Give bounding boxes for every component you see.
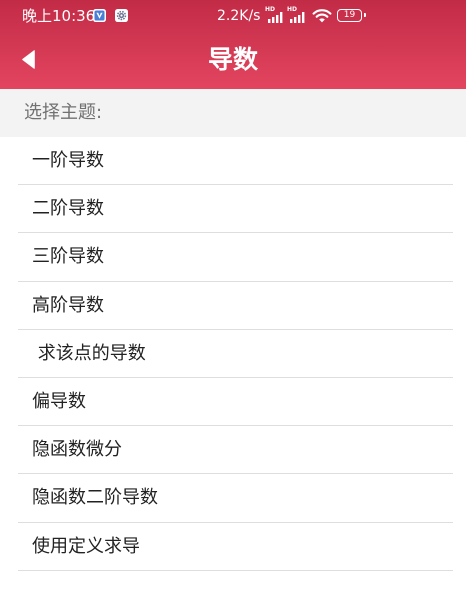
network-speed: 2.2K/s [217,8,261,24]
topic-label: 高阶导数 [32,294,104,316]
wifi-icon [312,9,332,23]
page-title: 导数 [207,45,258,74]
signal-icon: HD [287,6,305,23]
status-bar: 晚上10:36 2.2K/s HD HD 19 [0,0,466,32]
topic-second-derivative[interactable]: 二阶导数 [18,185,453,234]
topic-label: 求该点的导数 [32,342,146,364]
topic-derivative-by-definition[interactable]: 使用定义求导 [18,523,453,571]
topic-label: 三阶导数 [32,246,104,268]
topic-implicit-second-derivative[interactable]: 隐函数二阶导数 [18,474,453,523]
topic-label: 二阶导数 [32,198,104,220]
topic-label: 隐函数二阶导数 [32,487,158,509]
topic-label: 隐函数微分 [32,439,122,461]
topic-third-derivative[interactable]: 三阶导数 [18,233,453,282]
topic-section-label: 选择主题: [24,102,103,123]
topic-higher-order-derivative[interactable]: 高阶导数 [18,282,453,330]
topic-partial-derivative[interactable]: 偏导数 [18,378,453,427]
topic-label: 一阶导数 [32,150,104,171]
settings-notification-icon [115,9,128,22]
topic-implicit-differentiation[interactable]: 隐函数微分 [18,426,453,475]
topic-label: 偏导数 [32,390,86,412]
app-notification-icon [93,9,106,22]
back-button[interactable] [13,40,44,79]
app-header: 晚上10:36 2.2K/s HD HD 19 导数 [0,0,466,89]
topic-label: 使用定义求导 [32,535,140,557]
battery-icon: 19 [337,9,366,22]
topic-derivative-at-point[interactable]: 求该点的导数 [18,330,453,378]
topic-section-header: 选择主题: [0,89,466,137]
toolbar: 导数 [0,32,466,89]
topic-list: 一阶导数 二阶导数 三阶导数 高阶导数 求该点的导数 偏导数 隐函数微分 隐函数… [18,137,453,571]
topic-first-derivative[interactable]: 一阶导数 [18,137,453,186]
back-arrow-icon [22,50,35,69]
status-time: 晚上10:36 [22,7,96,25]
signal-icon: HD [265,6,283,23]
